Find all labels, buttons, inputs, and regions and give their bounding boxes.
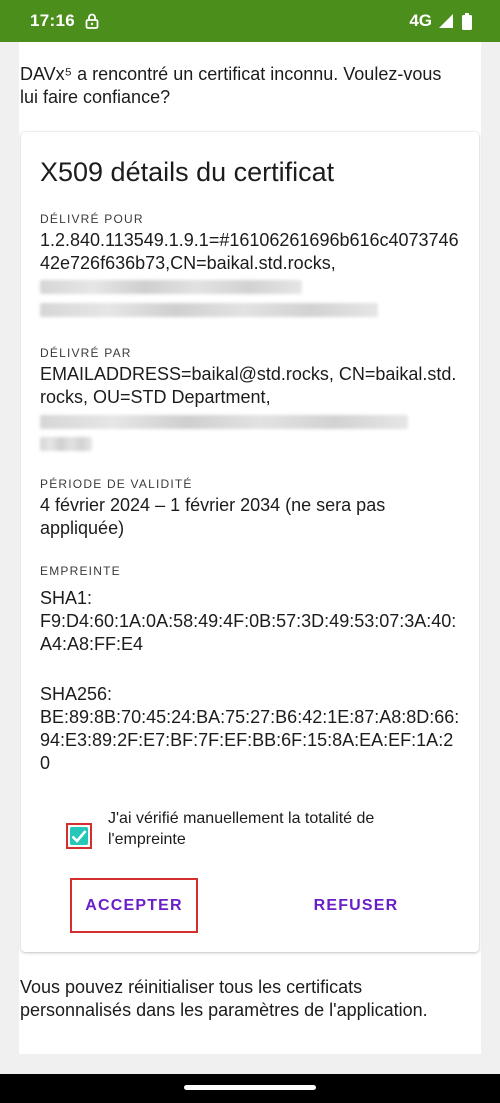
intro-text: DAVx⁵ a rencontré un certificat inconnu.… <box>20 64 442 107</box>
accept-button[interactable]: ACCEPTER <box>70 878 198 933</box>
signal-icon <box>438 13 454 29</box>
redacted-line <box>40 280 302 294</box>
certificate-card: X509 détails du certificat DÉLIVRÉ POUR … <box>21 132 479 952</box>
issued-by-label: DÉLIVRÉ PAR <box>40 346 132 360</box>
status-bar: 17:16 4G <box>0 0 500 42</box>
validity-value: 4 février 2024 – 1 février 2034 (ne sera… <box>40 495 386 538</box>
redacted-line <box>40 303 378 317</box>
issued-by-value: EMAILADDRESS=baikal@std.rocks, CN=baikal… <box>40 364 457 407</box>
navigation-bar <box>0 1074 500 1103</box>
check-icon <box>71 830 87 843</box>
card-title: X509 détails du certificat <box>40 157 335 187</box>
sha1-value: SHA1: F9:D4:60:1A:0A:58:49:4F:0B:57:3D:4… <box>40 588 457 654</box>
redacted-line <box>40 437 92 451</box>
home-handle[interactable] <box>184 1085 316 1090</box>
issued-for-label: DÉLIVRÉ POUR <box>40 212 144 226</box>
refuse-button[interactable]: REFUSER <box>301 878 411 933</box>
redacted-line <box>40 415 408 429</box>
fingerprint-label: EMPREINTE <box>40 564 121 578</box>
sha256-value: SHA256: BE:89:8B:70:45:24:BA:75:27:B6:42… <box>40 684 460 773</box>
battery-icon <box>462 12 472 30</box>
network-type: 4G <box>409 11 432 30</box>
verify-checkbox[interactable] <box>66 823 92 849</box>
status-time: 17:16 <box>30 11 75 30</box>
issued-for-value: 1.2.840.113549.1.9.1=#16106261696b616c40… <box>40 230 459 273</box>
checkbox-label[interactable]: J'ai vérifié manuellement la totalité de… <box>108 808 428 850</box>
footer-text: Vous pouvez réinitialiser tous les certi… <box>20 977 428 1020</box>
validity-label: PÉRIODE DE VALIDITÉ <box>40 477 193 491</box>
checkbox-fill <box>70 827 88 845</box>
lock-icon <box>85 13 99 29</box>
